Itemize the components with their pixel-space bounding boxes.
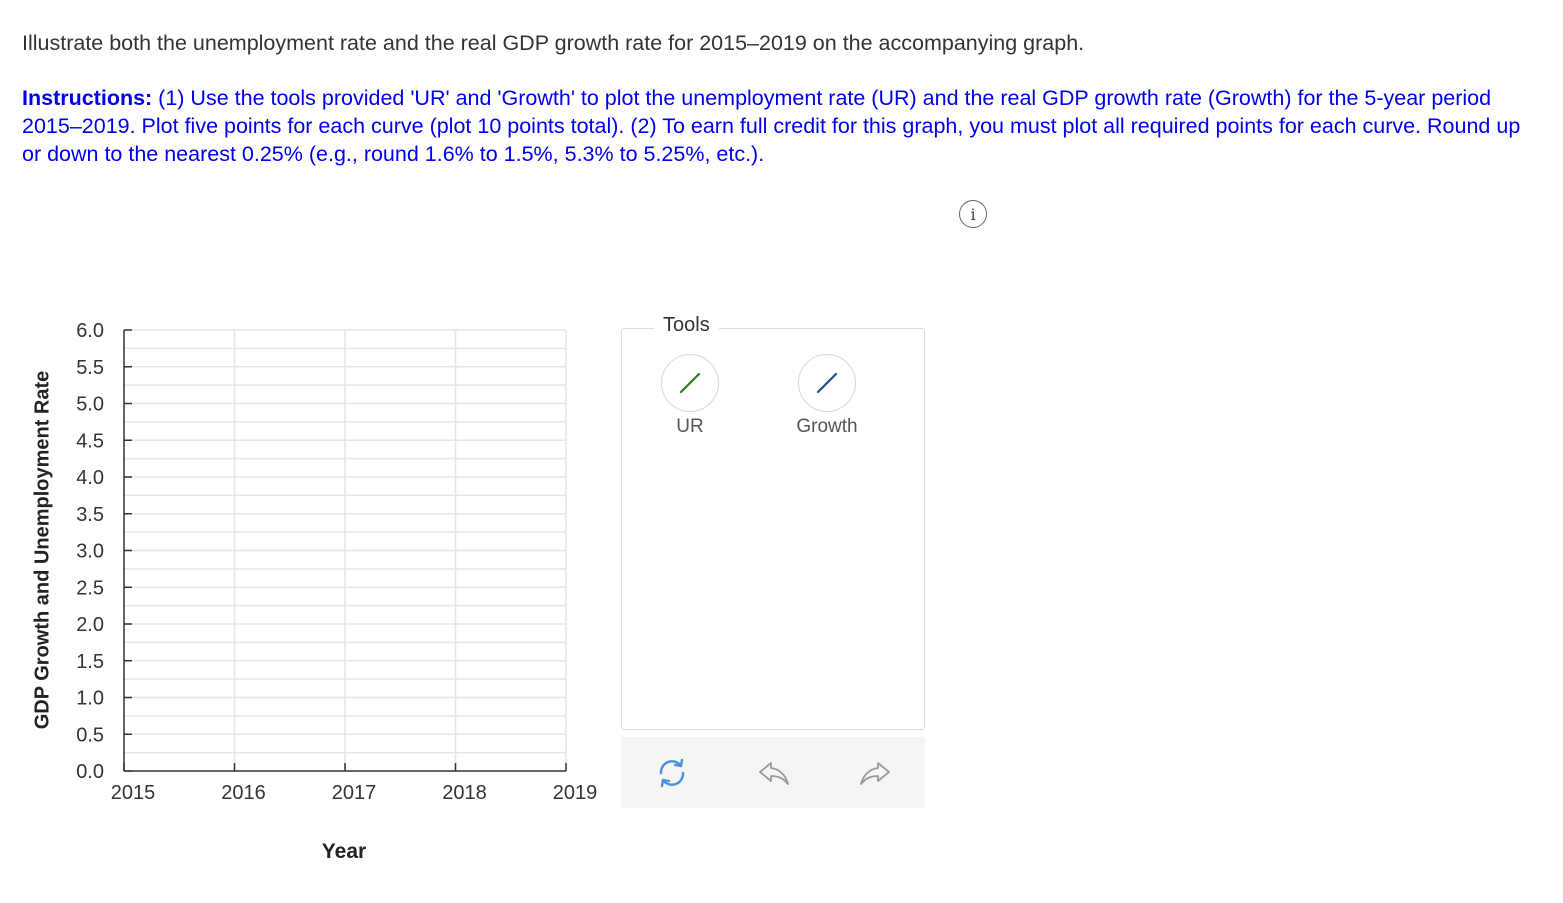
- y-tick-label: 1.0: [76, 688, 104, 710]
- y-tick-label: 1.5: [76, 651, 104, 673]
- y-tick-label: 4.5: [76, 430, 104, 452]
- y-tick-label: 3.0: [76, 541, 104, 563]
- y-tick-label: 0.5: [76, 724, 104, 746]
- reset-icon: [659, 758, 685, 788]
- tools-title: Tools: [654, 314, 719, 337]
- line-tool-icon: [816, 372, 838, 394]
- grid: [124, 329, 567, 771]
- y-tick-label: 2.5: [76, 577, 104, 599]
- y-tick-label: 2.0: [76, 614, 104, 636]
- y-tick-label: 5.5: [76, 357, 104, 379]
- y-tick-label: 6.0: [76, 320, 104, 342]
- undo-icon: [759, 762, 789, 785]
- reset-button[interactable]: [652, 753, 692, 793]
- ur-tool-circle[interactable]: [661, 354, 719, 412]
- x-ticks: 2015 2016 2017 2018 2019: [111, 763, 598, 804]
- y-tick-label: 4.0: [76, 467, 104, 489]
- info-icon[interactable]: i: [959, 200, 987, 228]
- y-tick-label: 3.5: [76, 504, 104, 526]
- ur-tool-button[interactable]: UR: [660, 354, 720, 438]
- x-tick-label: 2015: [111, 782, 156, 804]
- growth-tool-circle[interactable]: [798, 354, 856, 412]
- undo-button[interactable]: [754, 753, 794, 793]
- plot-area[interactable]: 0.00.51.01.52.02.53.03.54.04.55.05.56.0 …: [0, 300, 620, 820]
- y-tick-label: 5.0: [76, 394, 104, 416]
- ur-tool-label: UR: [676, 416, 704, 437]
- instructions-label: Instructions:: [22, 86, 153, 110]
- redo-icon: [860, 762, 890, 785]
- x-tick-label: 2019: [553, 782, 598, 804]
- line-tool-icon: [679, 372, 701, 394]
- growth-tool-label: Growth: [796, 416, 858, 437]
- instructions-text: (1) Use the tools provided 'UR' and 'Gro…: [22, 86, 1521, 166]
- growth-tool-button[interactable]: Growth: [796, 354, 858, 438]
- x-axis-title: Year: [321, 840, 367, 863]
- question-text: Illustrate both the unemployment rate an…: [22, 31, 1085, 55]
- action-bar: [621, 737, 925, 808]
- redo-button[interactable]: [855, 753, 895, 793]
- x-tick-label: 2017: [332, 782, 377, 804]
- x-tick-label: 2018: [442, 782, 487, 804]
- instructions: Instructions: (1) Use the tools provided…: [22, 84, 1542, 168]
- y-tick-label: 0.0: [76, 761, 104, 783]
- y-axis-title: GDP Growth and Unemployment Rate: [31, 370, 54, 730]
- x-tick-label: 2016: [221, 782, 266, 804]
